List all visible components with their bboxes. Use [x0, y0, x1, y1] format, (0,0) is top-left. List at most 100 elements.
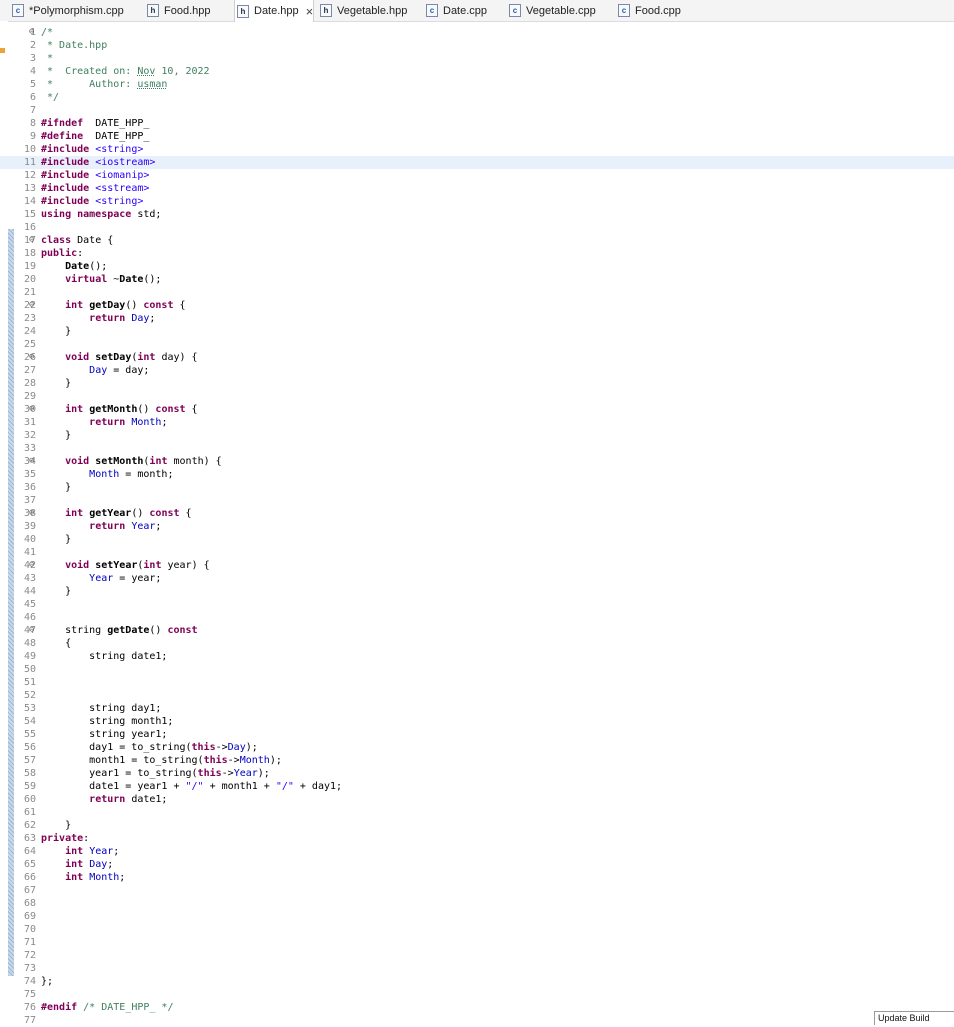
code-line[interactable]: 40 } — [0, 533, 954, 546]
code-line[interactable]: 13 #include <sstream> — [0, 182, 954, 195]
code-token: Day — [131, 313, 150, 324]
code-line[interactable]: 46 — [0, 611, 954, 624]
code-line[interactable]: 43 Year = year; — [0, 572, 954, 585]
code-line[interactable]: 60 return date1; — [0, 793, 954, 806]
code-line[interactable]: 15 using namespace std; — [0, 208, 954, 221]
code-line[interactable]: 63 private: — [0, 832, 954, 845]
code-line[interactable]: 66 int Month; — [0, 871, 954, 884]
code-line[interactable]: 6 */ — [0, 91, 954, 104]
fold-toggle-icon[interactable]: ⊖ — [29, 299, 34, 312]
code-token: return — [89, 794, 126, 805]
code-token: DATE_HPP_ — [83, 131, 150, 142]
code-line[interactable]: 75 — [0, 988, 954, 1001]
code-line[interactable]: 52 — [0, 689, 954, 702]
code-line[interactable]: 70 — [0, 923, 954, 936]
fold-toggle-icon[interactable]: ⊖ — [29, 351, 34, 364]
code-line[interactable]: 29 — [0, 390, 954, 403]
code-line[interactable]: 76 #endif /* DATE_HPP_ */ — [0, 1001, 954, 1014]
code-line[interactable]: 35 Month = month; — [0, 468, 954, 481]
code-line[interactable]: 37 — [0, 494, 954, 507]
code-line[interactable]: 24 } — [0, 325, 954, 338]
code-line[interactable]: 58 year1 = to_string(this->Year); — [0, 767, 954, 780]
code-line[interactable]: 31 return Month; — [0, 416, 954, 429]
code-line[interactable]: 57 month1 = to_string(this->Month); — [0, 754, 954, 767]
code-line[interactable]: 3 * — [0, 52, 954, 65]
code-line[interactable]: 62 } — [0, 819, 954, 832]
code-line[interactable]: 51 — [0, 676, 954, 689]
code-line[interactable]: 54 string month1; — [0, 715, 954, 728]
code-line[interactable]: 71 — [0, 936, 954, 949]
code-line[interactable]: 65 int Day; — [0, 858, 954, 871]
code-line[interactable]: 49 string date1; — [0, 650, 954, 663]
code-line[interactable]: 30 ⊖ int getMonth() const { — [0, 403, 954, 416]
code-line[interactable]: 38 ⊖ int getYear() const { — [0, 507, 954, 520]
code-line[interactable]: 12 #include <iomanip> — [0, 169, 954, 182]
code-line[interactable]: 73 — [0, 962, 954, 975]
code-line[interactable]: 45 — [0, 598, 954, 611]
code-line[interactable]: 42 ⊖ void setYear(int year) { — [0, 559, 954, 572]
tab-vegetable-hpp[interactable]: h Vegetable.hpp — [320, 0, 407, 21]
fold-toggle-icon[interactable]: ⊖ — [29, 559, 34, 572]
code-line[interactable]: 50 — [0, 663, 954, 676]
fold-range-indicator — [8, 229, 14, 976]
fold-toggle-icon[interactable]: ⊖ — [29, 403, 34, 416]
code-line[interactable]: 27 Day = day; — [0, 364, 954, 377]
code-editor[interactable]: 1 ⊖/* 2 * Date.hpp 3 * 4 * Created on: Nov 1… — [0, 21, 954, 1027]
fold-toggle-icon[interactable]: ⊖ — [29, 26, 34, 39]
code-line[interactable]: 69 — [0, 910, 954, 923]
code-line[interactable]: 21 — [0, 286, 954, 299]
code-line[interactable]: 1 ⊖/* — [0, 26, 954, 39]
code-line[interactable]: 17 ⊖ class Date { — [0, 234, 954, 247]
tab-vegetable-cpp[interactable]: c Vegetable.cpp — [509, 0, 596, 21]
code-line[interactable]: 33 — [0, 442, 954, 455]
fold-toggle-icon[interactable]: ⊖ — [29, 624, 34, 637]
code-line[interactable]: 55 string year1; — [0, 728, 954, 741]
code-line[interactable]: 14 #include <string> — [0, 195, 954, 208]
code-line[interactable]: 2 * Date.hpp — [0, 39, 954, 52]
code-line[interactable]: 64 int Year; — [0, 845, 954, 858]
code-line[interactable]: 26 ⊖ void setDay(int day) { — [0, 351, 954, 364]
code-line[interactable]: 53 string day1; — [0, 702, 954, 715]
code-line[interactable]: 67 — [0, 884, 954, 897]
code-line[interactable]: 68 — [0, 897, 954, 910]
tab-date-hpp[interactable]: h Date.hpp × — [234, 0, 315, 22]
code-line[interactable]: 25 — [0, 338, 954, 351]
code-line[interactable]: 77 — [0, 1014, 954, 1027]
tab-date-cpp[interactable]: c Date.cpp — [426, 0, 487, 21]
code-line[interactable]: 39 return Year; — [0, 520, 954, 533]
code-line[interactable]: 28 } — [0, 377, 954, 390]
line-number: 63 — [23, 833, 36, 844]
code-line[interactable]: 74}; — [0, 975, 954, 988]
tab-polymorphism-cpp[interactable]: c *Polymorphism.cpp — [12, 0, 124, 21]
code-line[interactable]: 41 — [0, 546, 954, 559]
code-line[interactable]: 20 virtual ~Date(); — [0, 273, 954, 286]
code-line[interactable]: 23 return Day; — [0, 312, 954, 325]
code-line[interactable]: 72 — [0, 949, 954, 962]
code-line[interactable]: 36 } — [0, 481, 954, 494]
code-line[interactable]: 61 — [0, 806, 954, 819]
code-line[interactable]: 47 ⊖ string getDate() const — [0, 624, 954, 637]
code-line[interactable]: 56 day1 = to_string(this->Day); — [0, 741, 954, 754]
code-line[interactable]: 8 #ifndef DATE_HPP_ — [0, 117, 954, 130]
code-line[interactable]: 48 { — [0, 637, 954, 650]
code-line[interactable]: 9 #define DATE_HPP_ — [0, 130, 954, 143]
code-line[interactable]: 19 Date(); — [0, 260, 954, 273]
tab-food-hpp[interactable]: h Food.hpp — [147, 0, 210, 21]
code-line[interactable]: 16 — [0, 221, 954, 234]
code-line[interactable]: 32 } — [0, 429, 954, 442]
fold-toggle-icon[interactable]: ⊖ — [29, 507, 34, 520]
tab-food-cpp[interactable]: c Food.cpp — [618, 0, 681, 21]
code-line[interactable]: 10 #include <string> — [0, 143, 954, 156]
code-line[interactable]: 34 ⊖ void setMonth(int month) { — [0, 455, 954, 468]
code-line[interactable]: 11 #include <iostream> — [0, 156, 954, 169]
code-line[interactable]: 22 ⊖ int getDay() const { — [0, 299, 954, 312]
close-tab-icon[interactable]: × — [306, 5, 314, 18]
code-line[interactable]: 44 } — [0, 585, 954, 598]
code-line[interactable]: 7 — [0, 104, 954, 117]
code-line[interactable]: 18 public: — [0, 247, 954, 260]
code-line[interactable]: 4 * Created on: Nov 10, 2022 — [0, 65, 954, 78]
code-line[interactable]: 5 * Author: usman — [0, 78, 954, 91]
code-line[interactable]: 59 date1 = year1 + "/" + month1 + "/" + … — [0, 780, 954, 793]
fold-toggle-icon[interactable]: ⊖ — [29, 455, 34, 468]
fold-toggle-icon[interactable]: ⊖ — [29, 234, 34, 247]
